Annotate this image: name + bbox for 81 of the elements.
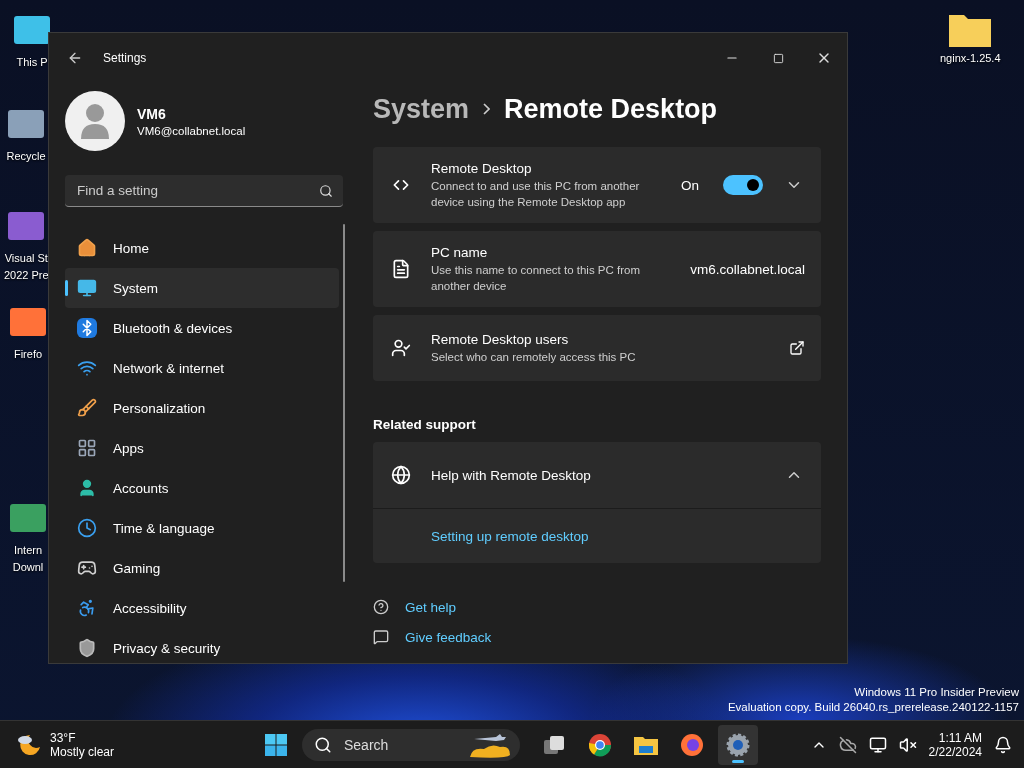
footer-link[interactable]: Give feedback [405, 629, 492, 645]
scrollbar[interactable] [343, 224, 345, 582]
taskbar-search-box[interactable]: Search [302, 728, 520, 761]
setting-description: Select who can remotely access this PC [431, 349, 637, 365]
taskbar-app-button[interactable] [718, 724, 758, 765]
chevron-right-icon [483, 103, 491, 115]
shield-icon [77, 638, 97, 658]
nav-item[interactable]: Personalization [65, 388, 340, 428]
nav-item[interactable]: System [65, 268, 340, 308]
pc-name-value: vm6.collabnet.local [690, 261, 805, 277]
desktop-icon-label: Firefo [13, 348, 43, 361]
nav-item[interactable]: Network & internet [65, 348, 340, 388]
document-icon [391, 259, 411, 279]
gamepad-icon [77, 558, 97, 578]
section-heading: Related support [373, 417, 477, 432]
home-icon [77, 238, 97, 258]
bluetooth-icon [77, 318, 97, 338]
user-name: VM6 [137, 105, 167, 122]
nav-item[interactable]: Home [65, 228, 340, 268]
apps-grid-icon [77, 438, 97, 458]
nav-item[interactable]: Gaming [65, 548, 340, 588]
setting-title: Remote Desktop users [431, 331, 570, 347]
maximize-icon [772, 52, 784, 64]
help-link[interactable]: Setting up remote desktop [431, 528, 589, 544]
bell-icon[interactable] [994, 735, 1012, 754]
page-title: Remote Desktop [504, 93, 718, 125]
taskbar-search-field[interactable]: Search [342, 735, 456, 754]
clock-globe-icon [77, 518, 97, 538]
monitor-icon [77, 278, 97, 298]
footer-link[interactable]: Get help [405, 599, 457, 615]
desktop-icon-label: Intern [13, 544, 43, 557]
weather-temperature: 33°F [50, 730, 77, 745]
weather-condition: Mostly clear [50, 744, 114, 759]
settings-search-field[interactable]: Find a setting [75, 182, 319, 199]
person-icon [77, 478, 97, 498]
desktop-icon-label: Downl [12, 561, 44, 574]
nav-item[interactable]: Privacy & security [65, 628, 340, 668]
nav-item[interactable]: Accounts [65, 468, 340, 508]
breadcrumb-link[interactable]: System [373, 93, 470, 125]
nav-item[interactable]: Bluetooth & devices [65, 308, 340, 348]
speaker-muted-icon[interactable] [898, 735, 917, 754]
external-link-icon[interactable] [789, 340, 805, 356]
brush-icon [77, 398, 97, 418]
expander-title: Help with Remote Desktop [431, 467, 592, 483]
search-icon [319, 183, 333, 198]
globe-icon [391, 465, 411, 485]
feedback-icon [373, 629, 389, 645]
desktop-icon-label: nginx-1.25.4 [940, 52, 1001, 65]
user-check-icon [391, 338, 411, 358]
toggle-switch[interactable] [723, 175, 763, 195]
nav-item[interactable]: Time & language [65, 508, 340, 548]
browser-icon [588, 732, 612, 757]
desktop-icon-label: 2022 Pre [4, 269, 49, 282]
desktop-icon-label: Visual St [4, 252, 48, 265]
gear-icon [726, 732, 750, 757]
nav-item[interactable]: Apps [65, 428, 340, 468]
wifi-icon [77, 358, 97, 378]
setting-title: PC name [431, 244, 489, 260]
fox-globe-icon [680, 732, 704, 757]
setting-description: Use this name to connect to this PC from another device [431, 262, 641, 294]
nav-item[interactable]: Accessibility [65, 588, 340, 628]
accessibility-icon [77, 598, 97, 618]
cloud-off-icon[interactable] [838, 735, 857, 754]
network-monitor-icon[interactable] [868, 735, 887, 754]
user-email: VM6@collabnet.local [137, 124, 246, 137]
setting-description: Connect to and use this PC from another device using the Remote Desktop app [431, 178, 641, 210]
toggle-state-label: On [681, 177, 699, 193]
edition-notice: Evaluation copy. Build 26040.rs_prerelease.240122-1157 [727, 700, 1019, 715]
edition-notice: Windows 11 Pro Insider Preview [854, 685, 1019, 700]
search-icon [314, 735, 332, 754]
help-icon [373, 599, 389, 615]
setting-title: Remote Desktop [431, 160, 533, 176]
window-title: Settings [103, 51, 148, 65]
settings-search-box[interactable]: Find a setting [65, 175, 343, 207]
clock-time[interactable]: 1:11 AM [938, 730, 982, 745]
desktop-icon-label: Recycle [6, 150, 46, 163]
clock-date[interactable]: 2/22/2024 [928, 744, 982, 759]
folder-icon [948, 12, 993, 48]
person-silhouette-icon [80, 103, 110, 139]
windows-logo-icon [264, 732, 288, 757]
desktop-icon-label: This P [16, 56, 48, 69]
